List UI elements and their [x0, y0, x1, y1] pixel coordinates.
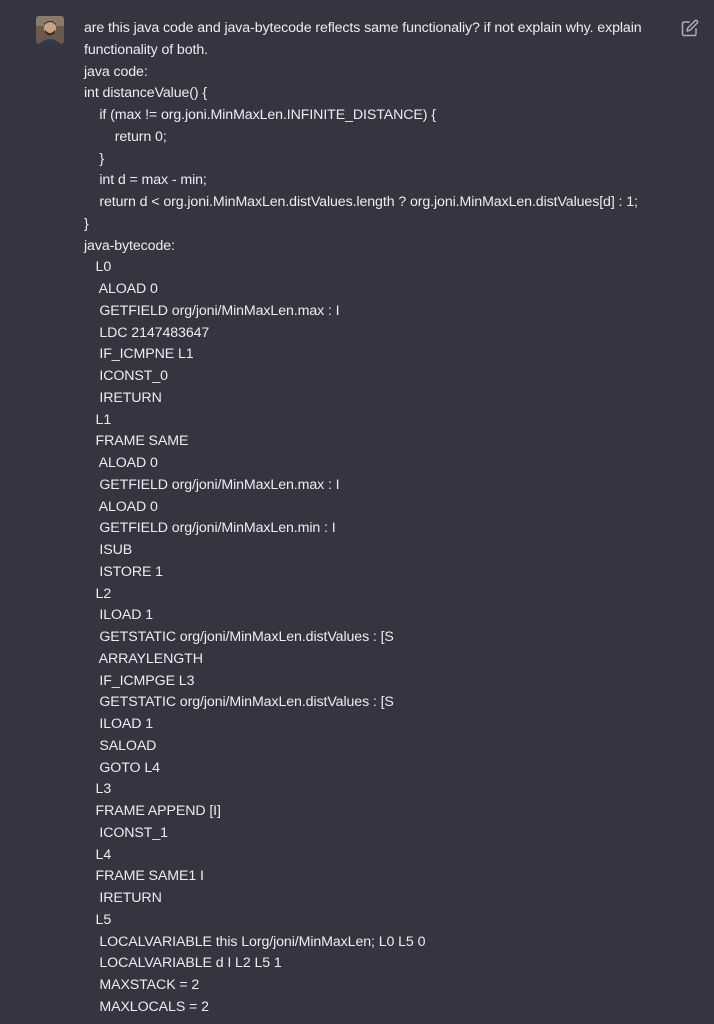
- message-line: IRETURN: [84, 389, 162, 406]
- message-line: L4: [84, 846, 112, 863]
- message-line: GETSTATIC org/joni/MinMaxLen.distValues …: [84, 694, 394, 711]
- message-line: if (max != org.joni.MinMaxLen.INFINITE_D…: [84, 107, 436, 123]
- message-line: }: [84, 150, 105, 167]
- message-line: int distanceValue() {: [84, 85, 208, 102]
- user-message: are this java code and java-bytecode ref…: [0, 0, 714, 1024]
- message-line: }: [84, 215, 89, 232]
- message-line: ILOAD 1: [84, 716, 154, 732]
- message-line: GETSTATIC org/joni/MinMaxLen.distValues …: [84, 629, 394, 645]
- message-line: LOCALVARIABLE d I L2 L5 1: [84, 955, 282, 972]
- message-line: L5: [84, 911, 112, 928]
- message-line: GETFIELD org/joni/MinMaxLen.max : I: [84, 476, 340, 493]
- user-avatar: [36, 16, 64, 44]
- message-line: functionality of both.: [84, 41, 208, 58]
- message-line: java code:: [84, 63, 148, 80]
- message-line: L0: [84, 259, 112, 276]
- avatar-photo-icon: [36, 16, 64, 44]
- message-text: are this java code and java-bytecode ref…: [84, 18, 674, 1019]
- message-line: GOTO L4: [84, 759, 160, 776]
- message-line: FRAME SAME: [84, 433, 189, 450]
- message-line: ICONST_0: [84, 368, 168, 384]
- message-line: int d = max - min;: [84, 172, 207, 189]
- message-line: ALOAD 0: [84, 281, 158, 297]
- message-line: IF_ICMPNE L1: [84, 346, 194, 363]
- message-line: ILOAD 1: [84, 607, 154, 624]
- message-line: MAXLOCALS = 2: [84, 998, 209, 1015]
- edit-message-button[interactable]: [681, 19, 699, 37]
- message-line: GETFIELD org/joni/MinMaxLen.min : I: [84, 520, 336, 537]
- message-line: ISUB: [84, 542, 133, 558]
- message-line: ARRAYLENGTH: [84, 650, 203, 667]
- message-line: ALOAD 0: [84, 498, 158, 515]
- message-line: ICONST_1: [84, 824, 168, 841]
- message-line: LDC 2147483647: [84, 324, 210, 341]
- message-line: FRAME SAME1 I: [84, 868, 204, 885]
- message-line: MAXSTACK = 2: [84, 977, 200, 993]
- message-line: LOCALVARIABLE this Lorg/joni/MinMaxLen; …: [84, 933, 426, 950]
- message-line: FRAME APPEND [I]: [84, 803, 221, 819]
- message-line: GETFIELD org/joni/MinMaxLen.max : I: [84, 302, 340, 319]
- message-line: ISTORE 1: [84, 563, 163, 580]
- message-line: SALOAD: [84, 737, 157, 754]
- message-line: java-bytecode:: [84, 237, 175, 254]
- message-line: L1: [84, 411, 112, 428]
- message-line: IF_ICMPGE L3: [84, 672, 195, 689]
- message-line: return d < org.joni.MinMaxLen.distValues…: [84, 194, 638, 210]
- message-line: return 0;: [84, 128, 167, 145]
- message-line: L2: [84, 585, 112, 602]
- message-line: are this java code and java-bytecode ref…: [84, 20, 642, 36]
- message-line: L3: [84, 781, 112, 798]
- edit-icon: [681, 19, 699, 37]
- message-line: IRETURN: [84, 890, 162, 906]
- message-line: ALOAD 0: [84, 455, 158, 471]
